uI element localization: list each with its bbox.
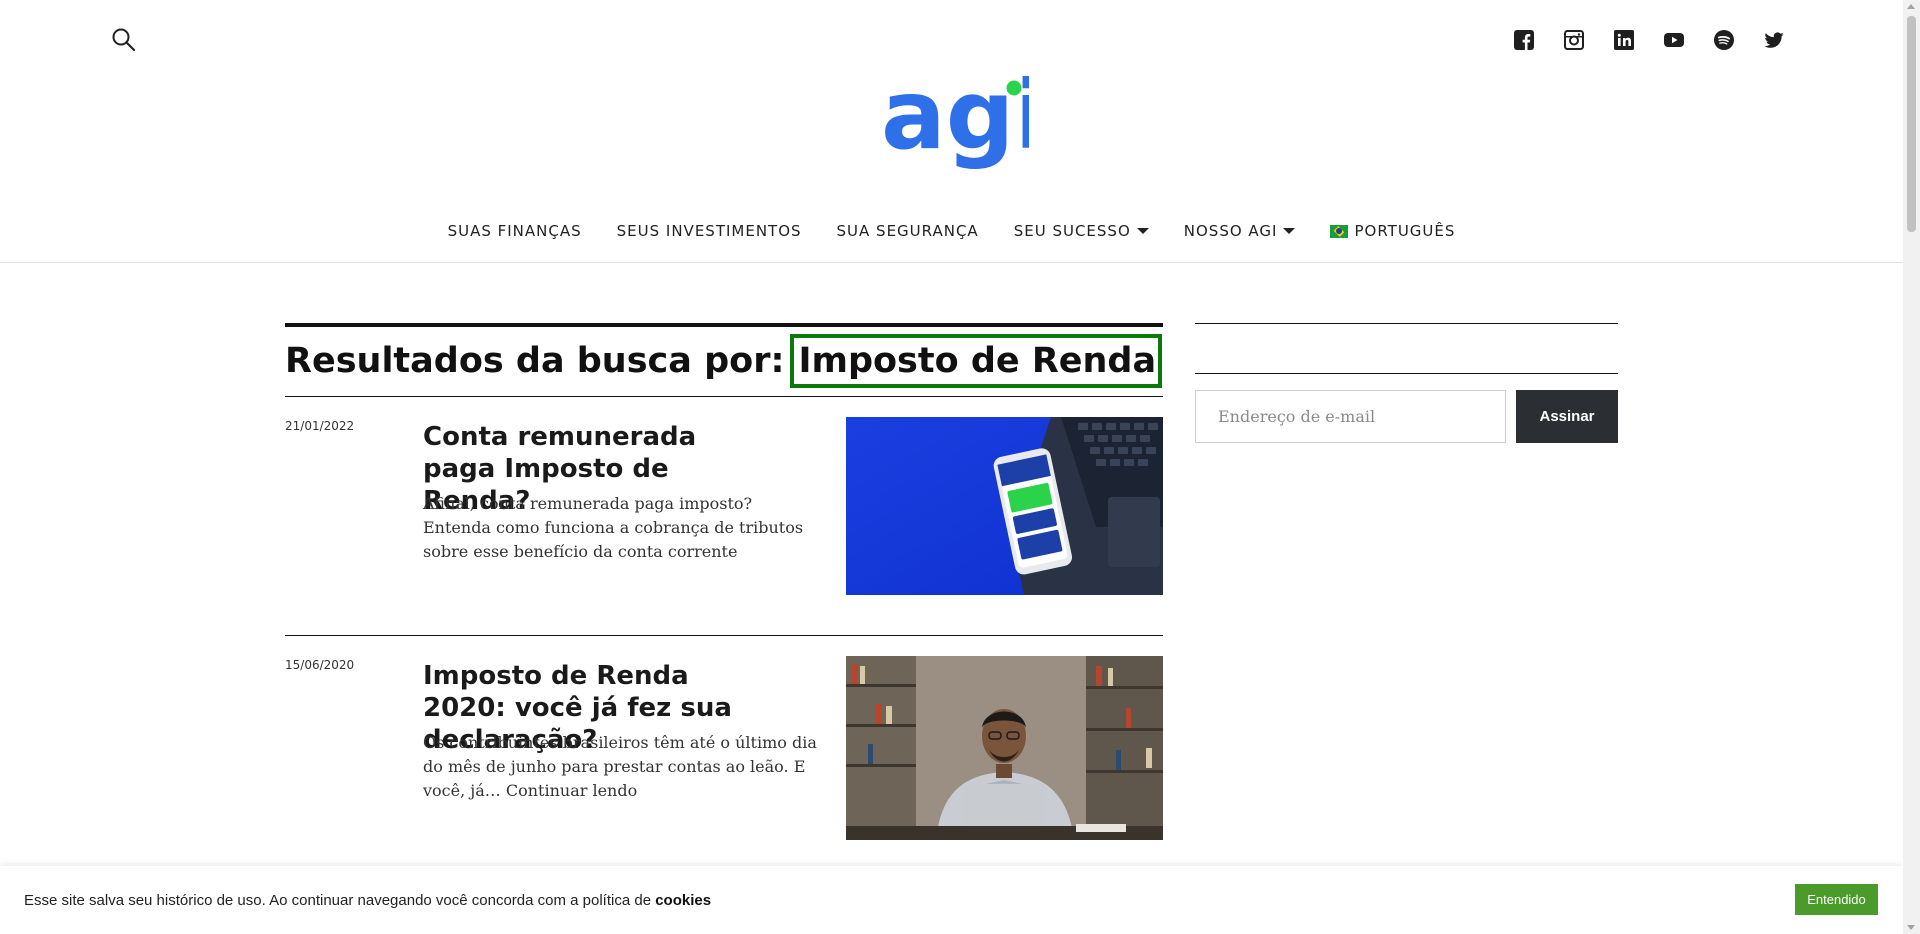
nav-label: SEUS INVESTIMENTOS <box>616 222 802 240</box>
nav-sua-seguranca[interactable]: SUA SEGURANÇA <box>837 222 979 240</box>
subscribe-button[interactable]: Assinar <box>1516 390 1618 443</box>
nav-seu-sucesso[interactable]: SEU SUCESSO <box>1014 222 1149 240</box>
nav-nosso-agi[interactable]: NOSSO AGI <box>1184 222 1296 240</box>
post-excerpt: Os contribuintes brasileiros têm até o ú… <box>423 733 817 800</box>
email-field[interactable] <box>1195 390 1506 443</box>
post-date: 15/06/2020 <box>285 658 355 672</box>
search-prefix: Resultados da busca por: <box>285 341 785 381</box>
youtube-icon[interactable] <box>1663 29 1684 50</box>
post-item: 15/06/2020 Imposto de Renda 2020: você j… <box>285 636 1163 875</box>
nav-label: SEU SUCESSO <box>1013 222 1131 240</box>
post-item: 21/01/2022 Conta remunerada paga Imposto… <box>285 397 1163 636</box>
search-term: Imposto de Renda <box>790 334 1163 388</box>
caret-down-icon <box>1283 228 1296 234</box>
logo-text: agi <box>881 76 1029 171</box>
cookie-message: Esse site salva seu histórico de uso. Ao… <box>24 892 711 909</box>
cookies-link[interactable]: cookies <box>655 892 711 909</box>
cookie-banner: Esse site salva seu histórico de uso. Ao… <box>0 866 1903 934</box>
post-thumbnail[interactable] <box>846 656 1163 840</box>
cookie-text: Esse site salva seu histórico de uso. Ao… <box>24 891 652 909</box>
nav-language[interactable]: PORTUGUÊS <box>1330 222 1455 240</box>
linkedin-icon[interactable] <box>1613 29 1634 50</box>
caret-down-icon <box>1136 228 1149 234</box>
nav-seus-investimentos[interactable]: SEUS INVESTIMENTOS <box>617 222 802 240</box>
twitter-icon[interactable] <box>1763 29 1784 50</box>
search-icon[interactable] <box>110 26 138 54</box>
post-thumbnail[interactable] <box>846 417 1163 595</box>
accept-cookies-button[interactable]: Entendido <box>1795 884 1878 915</box>
page-title: Resultados da busca por: Imposto de Renda <box>285 327 1163 396</box>
scrollbar[interactable] <box>1903 0 1920 934</box>
header-divider <box>0 262 1903 263</box>
scrollbar-thumb[interactable] <box>1907 16 1916 232</box>
newsletter-form: Assinar <box>1195 390 1618 443</box>
sidebar: Assinar <box>1195 323 1618 443</box>
nav-label: PORTUGUÊS <box>1354 222 1456 240</box>
scroll-down-icon[interactable] <box>1907 925 1915 930</box>
main-nav: SUAS FINANÇAS SEUS INVESTIMENTOS SUA SEG… <box>0 222 1903 240</box>
brazil-flag-icon <box>1330 224 1349 238</box>
nav-label: SUA SEGURANÇA <box>836 222 979 240</box>
divider <box>1195 323 1618 324</box>
nav-label: NOSSO AGI <box>1183 222 1278 240</box>
social-links <box>1513 29 1784 50</box>
scroll-up-icon[interactable] <box>1907 4 1915 9</box>
nav-label: SUAS FINANÇAS <box>447 222 582 240</box>
divider <box>1195 373 1618 374</box>
post-excerpt: Afinal, conta remunerada paga imposto? E… <box>423 494 804 561</box>
facebook-icon[interactable] <box>1513 29 1534 50</box>
agi-logo[interactable]: agi <box>879 59 1047 181</box>
post-date: 21/01/2022 <box>285 419 355 433</box>
nav-suas-financas[interactable]: SUAS FINANÇAS <box>448 222 582 240</box>
instagram-icon[interactable] <box>1563 29 1584 50</box>
search-results: Resultados da busca por: Imposto de Renda… <box>285 323 1163 875</box>
spotify-icon[interactable] <box>1713 29 1734 50</box>
